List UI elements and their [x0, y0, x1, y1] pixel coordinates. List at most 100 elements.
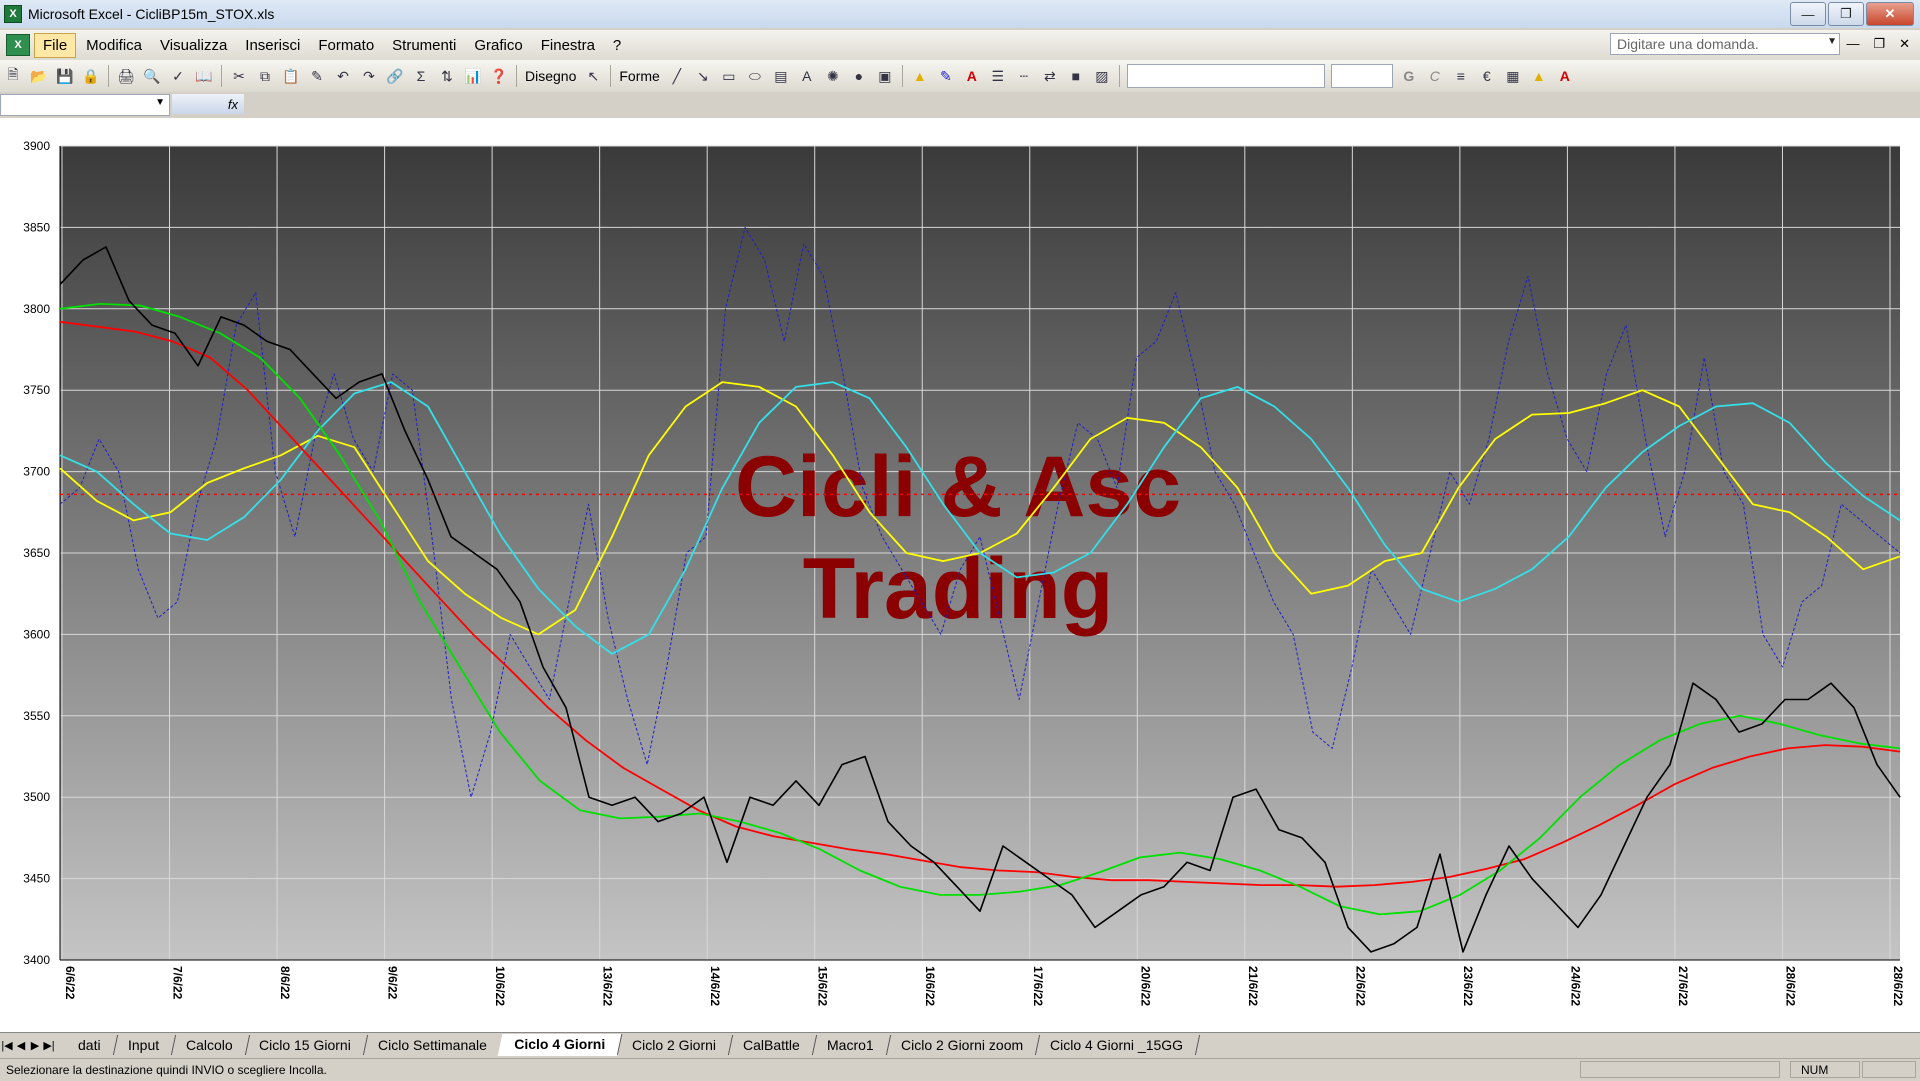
window-controls: — ❐ ✕ — [1790, 2, 1914, 26]
minimize-button[interactable]: — — [1790, 2, 1826, 26]
cut-icon[interactable]: ✂ — [228, 65, 250, 87]
separator — [610, 65, 612, 87]
sort-icon[interactable]: ⇅ — [436, 65, 458, 87]
new-document-icon[interactable]: 🗎 — [2, 65, 24, 87]
undo-icon[interactable]: ↶ — [332, 65, 354, 87]
3d-icon[interactable]: ▨ — [1091, 65, 1113, 87]
rectangle-icon[interactable]: ▭ — [718, 65, 740, 87]
first-sheet-icon[interactable]: |◀ — [0, 1039, 14, 1052]
y-tick-label: 3650 — [23, 546, 50, 560]
menu-help[interactable]: ? — [605, 34, 629, 57]
doc-minimize-button[interactable]: — — [1846, 36, 1859, 52]
sheet-tab-calcolo[interactable]: Calcolo — [169, 1035, 250, 1055]
menu-modifica[interactable]: Modifica — [78, 34, 150, 57]
shadow-icon[interactable]: ■ — [1065, 65, 1087, 87]
wordart-icon[interactable]: A — [796, 65, 818, 87]
paste-icon[interactable]: 📋 — [280, 65, 302, 87]
y-tick-label: 3850 — [23, 220, 50, 234]
chart-wizard-icon[interactable]: 📊 — [462, 65, 484, 87]
sheet-tab-ciclo-settimanale[interactable]: Ciclo Settimanale — [362, 1035, 505, 1055]
bold-button[interactable]: G — [1398, 65, 1420, 87]
line-icon[interactable]: ╱ — [666, 65, 688, 87]
font-color-icon[interactable]: A — [961, 65, 983, 87]
y-tick-label: 3400 — [23, 953, 50, 967]
status-message: Selezionare la destinazione quindi INVIO… — [6, 1063, 327, 1077]
menu-strumenti[interactable]: Strumenti — [384, 34, 464, 57]
select-objects-icon[interactable]: ↖ — [582, 65, 604, 87]
sheet-tab-ciclo-4-giorni[interactable]: Ciclo 4 Giorni — [497, 1034, 623, 1056]
chart-area[interactable]: 3400 3450 3500 3550 3600 3650 3700 3750 3800 3850… — [0, 118, 1920, 1038]
doc-restore-button[interactable]: ❐ — [1873, 36, 1885, 52]
separator — [901, 65, 903, 87]
fill-color-icon[interactable]: ▲ — [909, 65, 931, 87]
print-preview-icon[interactable]: 🔍 — [141, 65, 163, 87]
y-tick-label: 3500 — [23, 790, 50, 804]
name-box[interactable]: ▼ — [0, 94, 170, 116]
research-icon[interactable]: 📖 — [193, 65, 215, 87]
close-button[interactable]: ✕ — [1866, 2, 1914, 26]
arrow-style-icon[interactable]: ⇄ — [1039, 65, 1061, 87]
prev-sheet-icon[interactable]: ◀ — [14, 1039, 28, 1052]
sheet-tab-ciclo-2-giorni-zoom[interactable]: Ciclo 2 Giorni zoom — [884, 1035, 1041, 1055]
sheet-tab-ciclo-15-giorni[interactable]: Ciclo 15 Giorni — [243, 1035, 369, 1055]
y-tick-label: 3600 — [23, 627, 50, 641]
currency-icon[interactable]: € — [1476, 65, 1498, 87]
excel-icon[interactable]: X — [4, 5, 22, 23]
doc-close-button[interactable]: ✕ — [1899, 36, 1910, 52]
sheet-tab-dati[interactable]: dati — [61, 1035, 118, 1055]
menu-finestra[interactable]: Finestra — [533, 34, 603, 57]
menu-formato[interactable]: Formato — [310, 34, 382, 57]
sheet-tab-input[interactable]: Input — [111, 1035, 176, 1055]
menu-visualizza[interactable]: Visualizza — [152, 34, 235, 57]
sheet-tab-calbattle[interactable]: CalBattle — [727, 1035, 818, 1055]
hyperlink-icon[interactable]: 🔗 — [384, 65, 406, 87]
insert-function-button[interactable]: fx — [172, 94, 244, 114]
sheet-tabs-bar: |◀ ◀ ▶ ▶| dati Input Calcolo Ciclo 15 Gi… — [0, 1032, 1920, 1057]
font-name-combo[interactable] — [1126, 64, 1325, 88]
clipart-icon[interactable]: ● — [848, 65, 870, 87]
font-size-combo[interactable] — [1330, 64, 1393, 88]
line-style-icon[interactable]: ☰ — [987, 65, 1009, 87]
drawing-menu-button[interactable]: Disegno — [521, 68, 580, 84]
status-bar: Selezionare la destinazione quindi INVIO… — [0, 1058, 1920, 1081]
textbox-icon[interactable]: ▤ — [770, 65, 792, 87]
oval-icon[interactable]: ⬭ — [744, 65, 766, 87]
cell-fill-icon[interactable]: ▲ — [1528, 65, 1550, 87]
dash-style-icon[interactable]: ┄ — [1013, 65, 1035, 87]
menu-file[interactable]: File — [34, 32, 77, 58]
last-sheet-icon[interactable]: ▶| — [42, 1039, 56, 1052]
chevron-down-icon[interactable]: ▼ — [155, 97, 165, 108]
y-tick-label: 3700 — [23, 465, 50, 479]
line-chart[interactable]: 3400 3450 3500 3550 3600 3650 3700 3750 3800 3850… — [0, 118, 1920, 1038]
arrow-icon[interactable]: ↘ — [692, 65, 714, 87]
redo-icon[interactable]: ↷ — [358, 65, 380, 87]
line-color-icon[interactable]: ✎ — [935, 65, 957, 87]
autoshapes-menu-button[interactable]: Forme — [615, 68, 663, 84]
format-painter-icon[interactable]: ✎ — [306, 65, 328, 87]
restore-button[interactable]: ❐ — [1828, 2, 1864, 26]
sheet-tab-ciclo-2-giorni[interactable]: Ciclo 2 Giorni — [616, 1035, 734, 1055]
spelling-icon[interactable]: ✓ — [167, 65, 189, 87]
help-icon[interactable]: ❓ — [488, 65, 510, 87]
permission-icon[interactable]: 🔒 — [80, 65, 102, 87]
open-folder-icon[interactable]: 📂 — [28, 65, 50, 87]
copy-icon[interactable]: ⧉ — [254, 65, 276, 87]
menu-grafico[interactable]: Grafico — [466, 34, 530, 57]
print-icon[interactable]: 🖨 — [115, 65, 137, 87]
workbook-icon[interactable]: X — [6, 34, 30, 56]
borders-icon[interactable]: ▦ — [1502, 65, 1524, 87]
ask-question-input[interactable]: Digitare una domanda. ▼ — [1610, 33, 1840, 55]
sheet-tab-ciclo-4-giorni-15gg[interactable]: Ciclo 4 Giorni _15GG — [1033, 1035, 1201, 1055]
next-sheet-icon[interactable]: ▶ — [28, 1039, 42, 1052]
text-color-icon[interactable]: A — [1554, 65, 1576, 87]
document-controls: — ❐ ✕ — [1846, 36, 1910, 52]
save-icon[interactable]: 💾 — [54, 65, 76, 87]
menu-inserisci[interactable]: Inserisci — [237, 34, 308, 57]
diagram-icon[interactable]: ✺ — [822, 65, 844, 87]
chevron-down-icon[interactable]: ▼ — [1827, 36, 1837, 47]
align-icon[interactable]: ≡ — [1450, 65, 1472, 87]
sheet-tab-macro1[interactable]: Macro1 — [810, 1035, 891, 1055]
autosum-icon[interactable]: Σ — [410, 65, 432, 87]
italic-button[interactable]: C — [1424, 65, 1446, 87]
picture-icon[interactable]: ▣ — [874, 65, 896, 87]
